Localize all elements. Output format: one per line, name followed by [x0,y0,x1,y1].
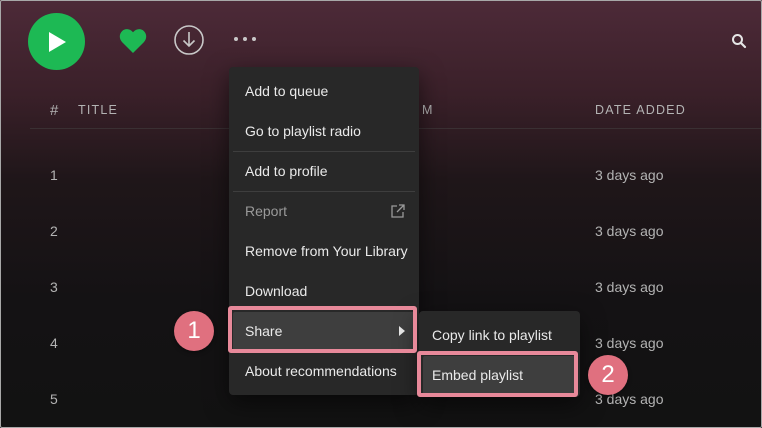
row-date-added: 3 days ago [595,167,664,183]
row-number: 3 [50,279,58,295]
row-date-added: 3 days ago [595,279,664,295]
menu-item-add-to-profile[interactable]: Add to profile [233,152,415,190]
step-badge-2: 2 [588,355,628,395]
menu-item-playlist-radio[interactable]: Go to playlist radio [233,112,415,150]
heart-icon[interactable] [119,28,147,54]
highlight-embed-playlist [417,351,578,397]
menu-item-report[interactable]: Report [233,192,415,230]
download-icon[interactable] [173,24,205,56]
column-header-album[interactable]: M [422,103,434,117]
submenu-item-copy-link[interactable]: Copy link to playlist [423,316,576,354]
external-link-icon [391,204,405,218]
row-number: 4 [50,335,58,351]
column-header-title[interactable]: TITLE [78,103,118,117]
highlight-share [228,306,417,353]
play-button[interactable] [28,13,85,70]
row-number: 1 [50,167,58,183]
menu-item-about-recommendations[interactable]: About recommendations [233,352,415,390]
more-options-icon[interactable] [232,35,260,43]
column-header-date-added[interactable]: DATE ADDED [595,103,686,117]
menu-item-remove-from-library[interactable]: Remove from Your Library [233,232,415,270]
row-number: 5 [50,391,58,407]
menu-item-report-label: Report [245,203,288,219]
column-header-number: # [50,102,60,119]
menu-item-add-to-queue[interactable]: Add to queue [233,72,415,110]
search-icon[interactable] [731,33,747,49]
play-icon [48,31,66,52]
menu-item-download[interactable]: Download [233,272,415,310]
row-date-added: 3 days ago [595,335,664,351]
step-badge-1: 1 [174,311,214,351]
row-date-added: 3 days ago [595,223,664,239]
row-number: 2 [50,223,58,239]
